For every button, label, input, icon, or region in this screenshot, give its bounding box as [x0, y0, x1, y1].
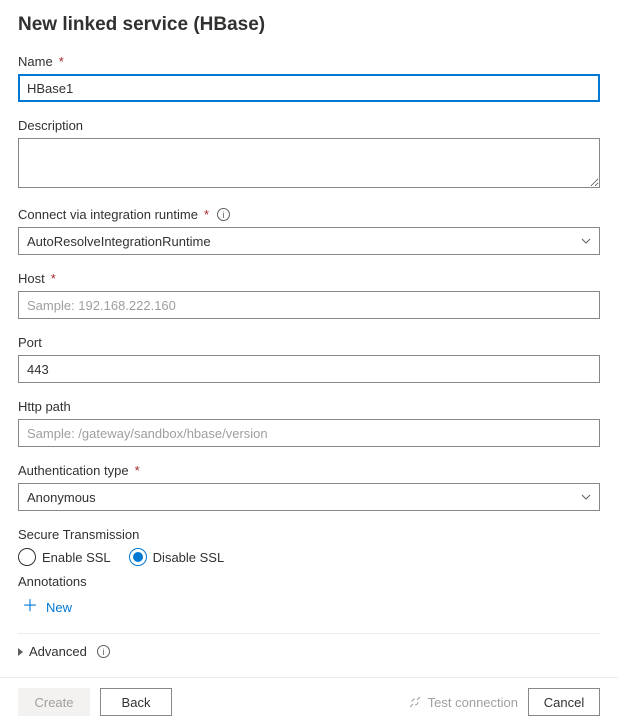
disable-ssl-label: Disable SSL: [153, 550, 225, 565]
radio-unchecked-icon: [18, 548, 36, 566]
plus-icon: ＋: [22, 599, 38, 615]
name-label: Name*: [18, 54, 600, 69]
description-textarea[interactable]: [18, 138, 600, 188]
chevron-down-icon: [581, 236, 591, 246]
info-icon[interactable]: i: [217, 208, 230, 221]
port-label: Port: [18, 335, 600, 350]
advanced-label: Advanced: [29, 644, 87, 659]
info-icon[interactable]: i: [97, 645, 110, 658]
authtype-label: Authentication type*: [18, 463, 600, 478]
add-annotation-button[interactable]: ＋ New: [18, 593, 76, 621]
back-button[interactable]: Back: [100, 688, 172, 716]
port-input[interactable]: [18, 355, 600, 383]
authtype-value: Anonymous: [27, 490, 96, 505]
name-input[interactable]: [18, 74, 600, 102]
host-label: Host*: [18, 271, 600, 286]
runtime-label: Connect via integration runtime* i: [18, 207, 600, 222]
runtime-select[interactable]: AutoResolveIntegrationRuntime: [18, 227, 600, 255]
cancel-button[interactable]: Cancel: [528, 688, 600, 716]
host-input[interactable]: [18, 291, 600, 319]
test-connection-label: Test connection: [428, 695, 518, 710]
footer: Create Back Test connection Cancel: [0, 677, 618, 726]
new-label: New: [46, 600, 72, 615]
httppath-label: Http path: [18, 399, 600, 414]
annotations-label: Annotations: [18, 574, 600, 589]
test-connection-button: Test connection: [408, 695, 518, 710]
enable-ssl-radio[interactable]: Enable SSL: [18, 548, 111, 566]
test-connection-icon: [408, 695, 422, 709]
create-button: Create: [18, 688, 90, 716]
description-label: Description: [18, 118, 600, 133]
enable-ssl-label: Enable SSL: [42, 550, 111, 565]
authtype-select[interactable]: Anonymous: [18, 483, 600, 511]
runtime-value: AutoResolveIntegrationRuntime: [27, 234, 211, 249]
chevron-right-icon: [18, 648, 23, 656]
divider: [18, 633, 600, 634]
radio-checked-icon: [129, 548, 147, 566]
secure-transmission-label: Secure Transmission: [18, 527, 600, 542]
chevron-down-icon: [581, 492, 591, 502]
disable-ssl-radio[interactable]: Disable SSL: [129, 548, 225, 566]
advanced-toggle[interactable]: Advanced i: [18, 644, 600, 659]
httppath-input[interactable]: [18, 419, 600, 447]
panel-title: New linked service (HBase): [18, 14, 600, 36]
